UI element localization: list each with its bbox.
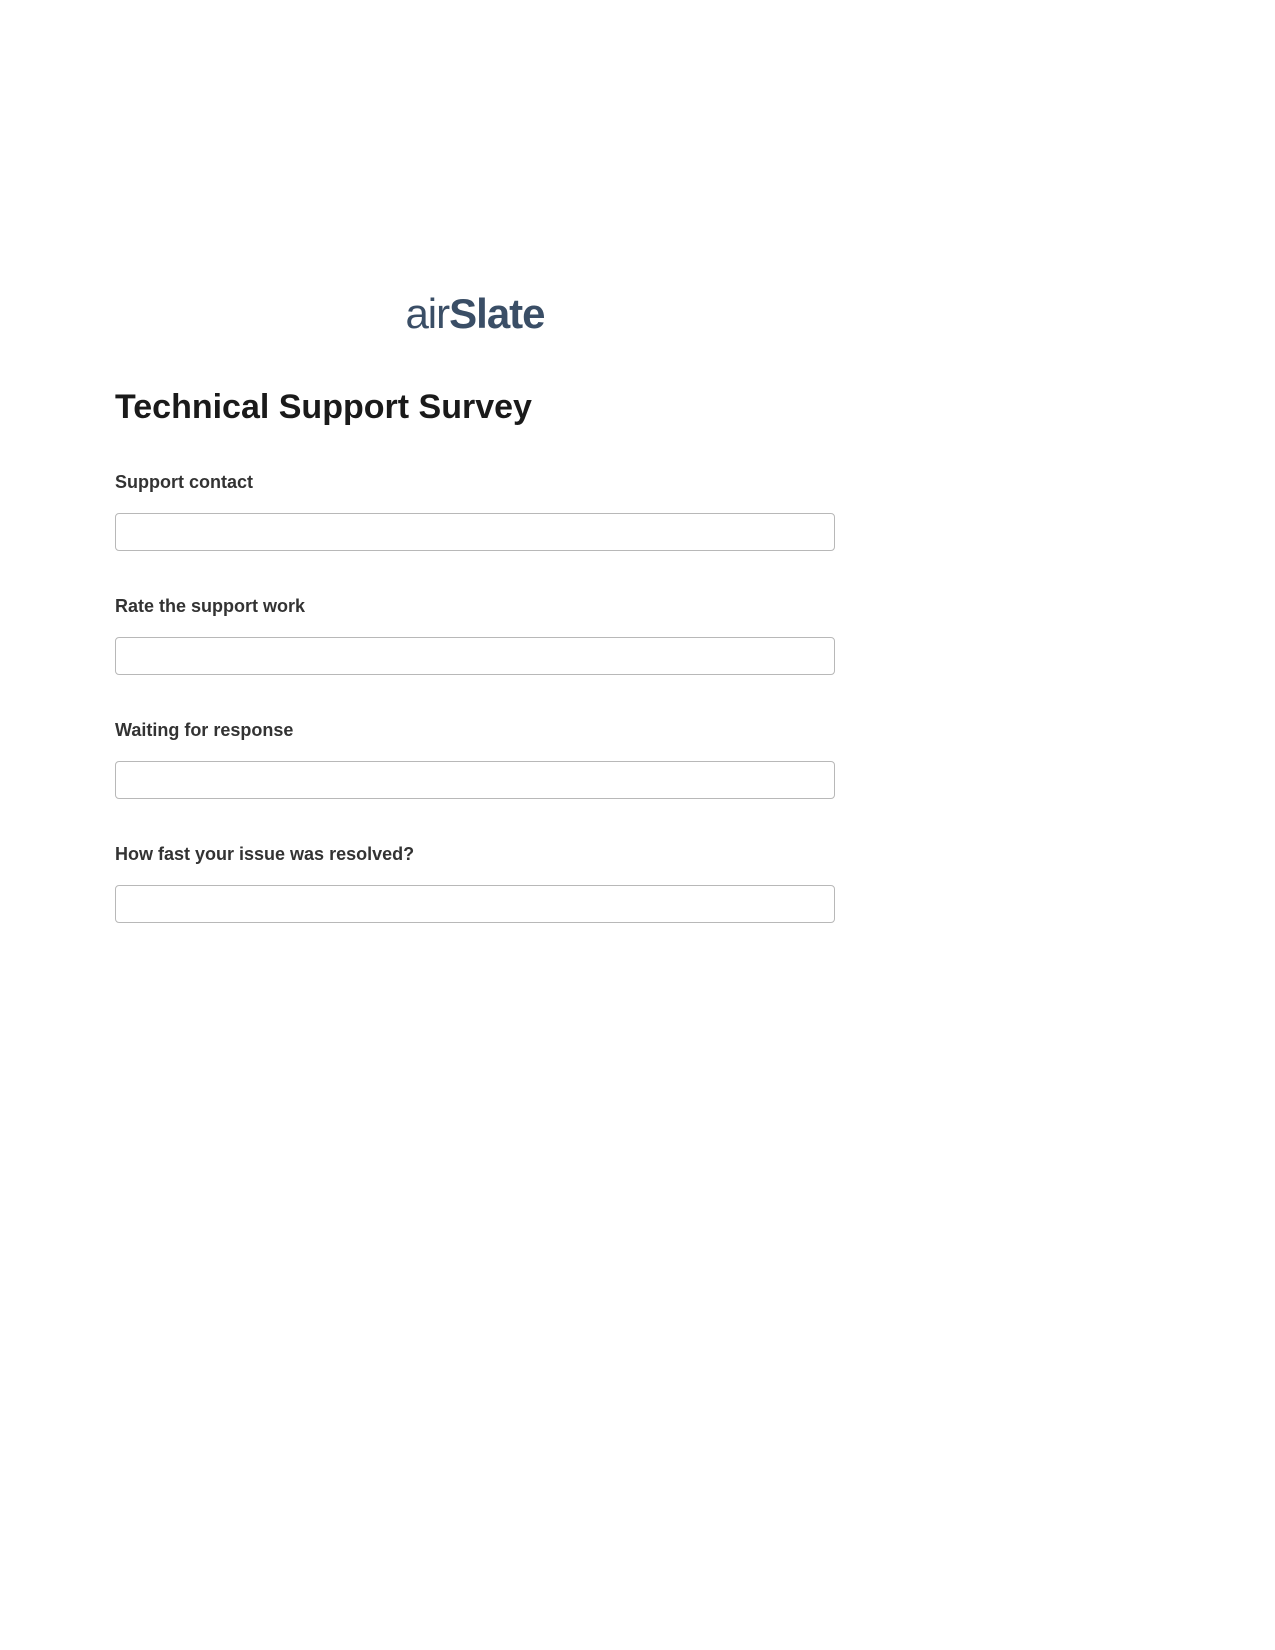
form-group-support-contact: Support contact (115, 472, 835, 551)
input-resolution-speed[interactable] (115, 885, 835, 923)
label-rate-support: Rate the support work (115, 596, 835, 617)
label-support-contact: Support contact (115, 472, 835, 493)
form-group-waiting-response: Waiting for response (115, 720, 835, 799)
logo-part-slate: Slate (449, 290, 544, 337)
input-support-contact[interactable] (115, 513, 835, 551)
input-waiting-response[interactable] (115, 761, 835, 799)
page-title: Technical Support Survey (115, 388, 835, 427)
label-waiting-response: Waiting for response (115, 720, 835, 741)
logo-text: airSlate (405, 290, 544, 337)
label-resolution-speed: How fast your issue was resolved? (115, 844, 835, 865)
form-container: airSlate Technical Support Survey Suppor… (115, 290, 835, 968)
logo-part-air: air (405, 290, 449, 337)
form-group-resolution-speed: How fast your issue was resolved? (115, 844, 835, 923)
logo: airSlate (115, 290, 835, 338)
input-rate-support[interactable] (115, 637, 835, 675)
form-group-rate-support: Rate the support work (115, 596, 835, 675)
